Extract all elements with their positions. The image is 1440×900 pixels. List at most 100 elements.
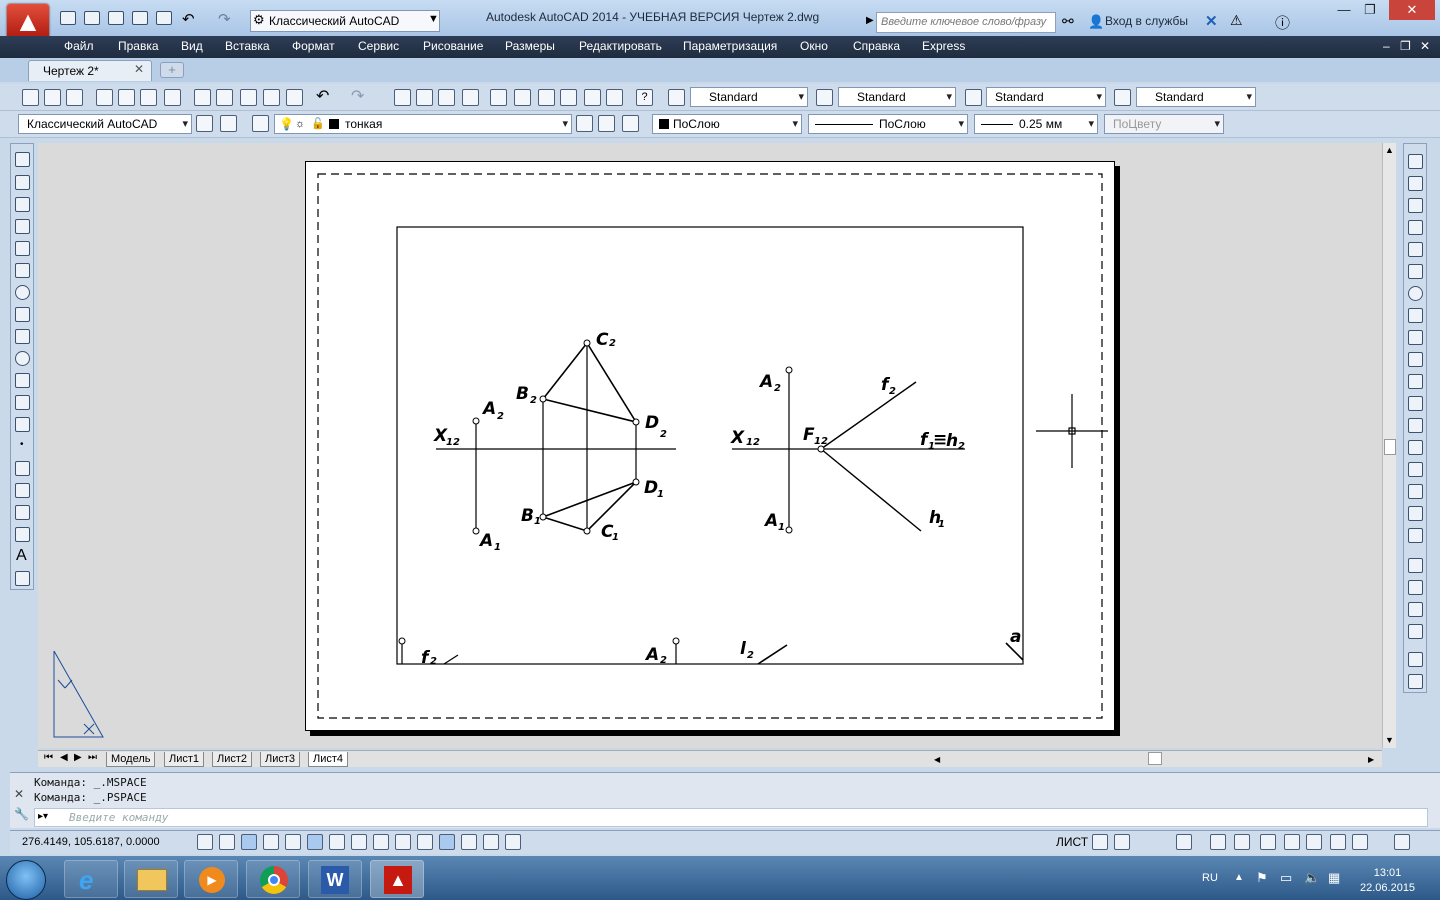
- point-right-a2: [785, 366, 793, 374]
- annotation-monitor-icon[interactable]: [505, 834, 521, 850]
- osnap-icon[interactable]: [307, 834, 323, 850]
- clock-time: 13:01: [1373, 867, 1402, 879]
- ucs-icon: [53, 650, 104, 738]
- point-bottom-1: [398, 637, 406, 645]
- last-tab-icon[interactable]: ⏭: [88, 752, 97, 763]
- tab-model[interactable]: Модель: [106, 752, 156, 767]
- label-right-a1-sub: 1: [778, 522, 785, 533]
- label-b1: B: [521, 506, 534, 526]
- command-prompt-icon[interactable]: ▸▾: [38, 811, 48, 822]
- lineweight-toggle-icon[interactable]: [417, 834, 433, 850]
- clean-screen-icon[interactable]: [1394, 834, 1410, 850]
- clock-date: 22.06.2015: [1360, 882, 1416, 894]
- first-tab-icon[interactable]: ⏮: [44, 752, 53, 763]
- horizontal-h1: [820, 448, 922, 532]
- triangle-b2c2d2: [542, 341, 638, 424]
- taskbar-explorer-icon[interactable]: [124, 860, 178, 898]
- volume-icon[interactable]: 🔈: [1304, 870, 1320, 886]
- label-h1-sub: 1: [938, 519, 945, 530]
- taskbar-media-player-icon[interactable]: ▶: [184, 860, 238, 898]
- ortho-mode-icon[interactable]: [263, 834, 279, 850]
- label-c1-sub: 1: [612, 532, 619, 543]
- label-d1: D: [644, 478, 658, 498]
- clock[interactable]: 13:01 22.06.2015: [1360, 866, 1415, 896]
- quick-view-layouts-icon[interactable]: [1092, 834, 1108, 850]
- infer-constraints-icon[interactable]: [197, 834, 213, 850]
- tab-sheet3[interactable]: Лист3: [260, 752, 301, 767]
- wrench-icon[interactable]: 🔧: [14, 807, 29, 821]
- otrack-icon[interactable]: [351, 834, 367, 850]
- label-right-a1: A: [763, 511, 778, 531]
- taskbar-autocad-icon[interactable]: ▲: [370, 860, 424, 898]
- label-b2: B: [516, 384, 529, 404]
- quick-view-drawings-icon[interactable]: [1114, 834, 1130, 850]
- taskbar-chrome-icon[interactable]: [246, 860, 300, 898]
- label-right-x12: X: [730, 428, 745, 448]
- label-b2-sub: 2: [530, 395, 537, 406]
- taskbar-word-icon[interactable]: W: [308, 860, 362, 898]
- network-icon[interactable]: ▦: [1328, 870, 1340, 886]
- label-d1-sub: 1: [657, 489, 664, 500]
- command-input[interactable]: Введите команду: [34, 808, 1428, 827]
- hscroll-thumb[interactable]: [1148, 752, 1162, 765]
- workspace-switch-icon[interactable]: [1260, 834, 1276, 850]
- maximize-viewport-icon[interactable]: [1176, 834, 1192, 850]
- selection-cycling-icon[interactable]: [483, 834, 499, 850]
- label-a2-sub: 2: [497, 411, 504, 422]
- taskbar-ie-icon[interactable]: e: [64, 860, 118, 898]
- label-b1-sub: 1: [534, 516, 541, 527]
- label-f2-sub: 2: [889, 386, 896, 397]
- prev-tab-icon[interactable]: ◀: [60, 752, 68, 763]
- point-d1: [632, 478, 640, 486]
- label-c2: C: [596, 330, 609, 350]
- hscroll-left-icon[interactable]: ◀: [934, 755, 940, 764]
- label-bottom-f2-sub: 2: [430, 656, 437, 667]
- ducs-icon[interactable]: [373, 834, 389, 850]
- layout-tabs-bar: ⏮ ◀ ▶ ⏭ Модель Лист1 Лист2 Лист3 Лист4 ◀…: [38, 750, 1382, 767]
- tab-sheet1[interactable]: Лист1: [164, 752, 205, 767]
- next-tab-icon[interactable]: ▶: [74, 752, 82, 763]
- annotation-scale-icon[interactable]: [1210, 834, 1226, 850]
- language-indicator[interactable]: RU: [1202, 872, 1218, 884]
- tray-expand-icon[interactable]: ▲: [1234, 872, 1244, 883]
- flag-icon[interactable]: ⚑: [1256, 870, 1268, 886]
- snap-mode-icon[interactable]: [219, 834, 235, 850]
- paper-space-button[interactable]: ЛИСТ: [1056, 835, 1088, 849]
- point-bottom-a2: [672, 637, 680, 645]
- tab-sheet4[interactable]: Лист4: [308, 752, 349, 767]
- polar-tracking-icon[interactable]: [285, 834, 301, 850]
- start-button[interactable]: [6, 860, 46, 900]
- label-bottom-a: a: [1010, 627, 1021, 647]
- label-x12-sub: 12: [446, 437, 460, 448]
- point-a2: [472, 417, 480, 425]
- tab-sheet2[interactable]: Лист2: [212, 752, 253, 767]
- label-right-a2-sub: 2: [774, 383, 781, 394]
- battery-icon[interactable]: ▭: [1280, 870, 1292, 886]
- coordinates-readout[interactable]: 276.4149, 105.6187, 0.0000: [22, 836, 160, 848]
- label-right-a2: A: [758, 372, 773, 392]
- transparency-icon[interactable]: [439, 834, 455, 850]
- grid-display-icon[interactable]: [241, 834, 257, 850]
- label-bottom-l2-sub: 2: [747, 650, 754, 661]
- point-right-a1: [785, 526, 793, 534]
- command-history-line: Команда: _.MSPACE: [34, 776, 147, 789]
- dynamic-input-icon[interactable]: [395, 834, 411, 850]
- triangle-b1d1c1: [542, 481, 637, 532]
- command-history-line: Команда: _.PSPACE: [34, 791, 147, 804]
- label-d2: D: [645, 413, 659, 433]
- printable-area-border: [317, 173, 1103, 719]
- annotation-visibility-icon[interactable]: [1234, 834, 1250, 850]
- label-a1: A: [478, 531, 493, 551]
- hscroll-right-icon[interactable]: ▶: [1368, 755, 1374, 764]
- point-d2: [632, 418, 640, 426]
- bulb-status-icon[interactable]: [1352, 834, 1368, 850]
- label-h2: h: [946, 431, 958, 451]
- hardware-acceleration-icon[interactable]: [1306, 834, 1322, 850]
- 3d-osnap-icon[interactable]: [329, 834, 345, 850]
- command-close-icon[interactable]: ✕: [14, 787, 24, 801]
- label-right-x12-sub: 12: [746, 437, 760, 448]
- isolate-objects-icon[interactable]: [1330, 834, 1346, 850]
- toolbar-lock-icon[interactable]: [1284, 834, 1300, 850]
- label-c2-sub: 2: [609, 338, 616, 349]
- quick-properties-icon[interactable]: [461, 834, 477, 850]
